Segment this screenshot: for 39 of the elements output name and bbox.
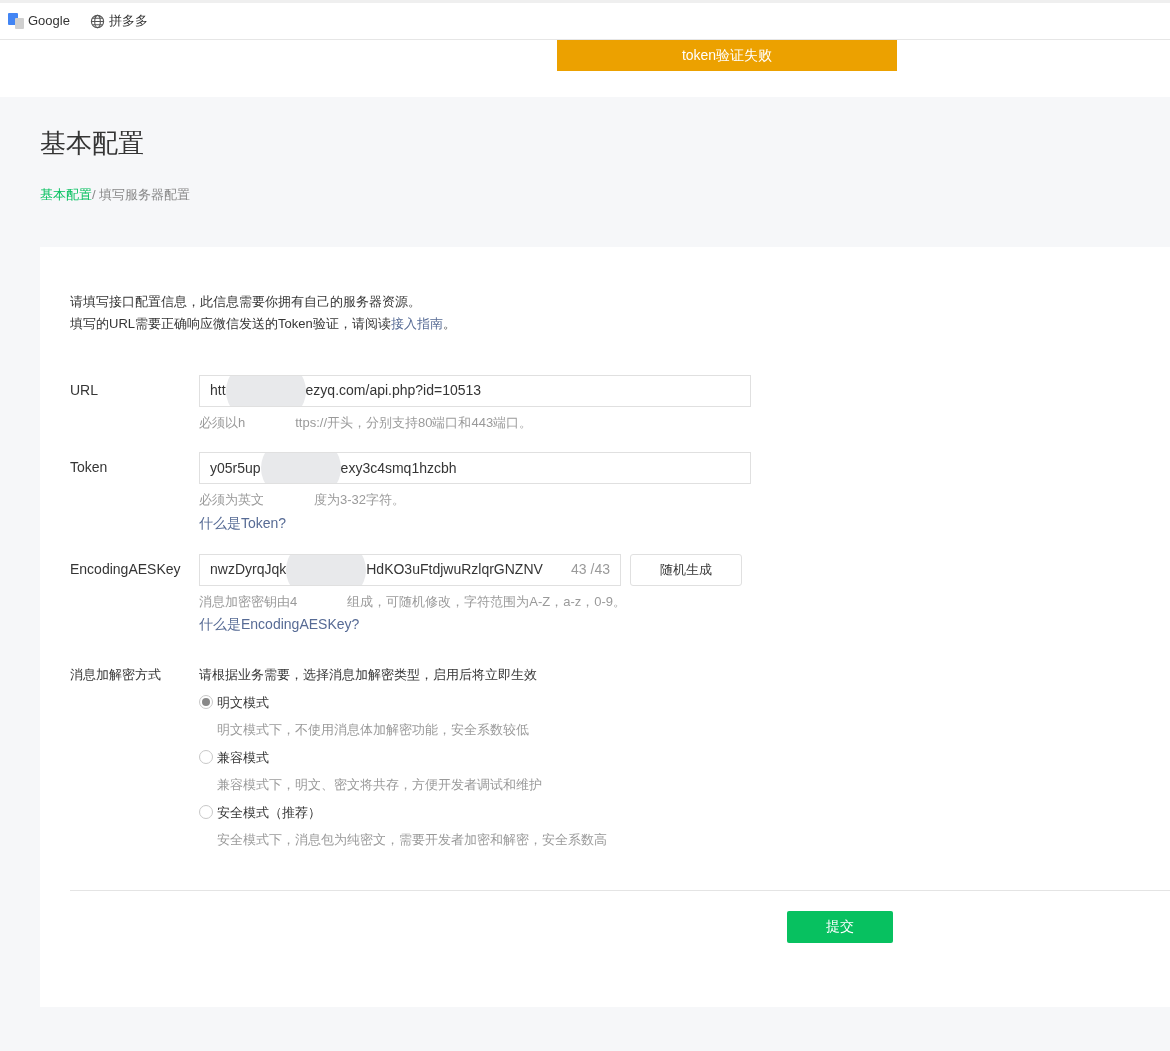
input-field[interactable]: htt ezyq.com/api.php?id=10513: [199, 374, 751, 407]
field-value: nwzDyrqJqk: [210, 560, 287, 579]
option-note: 兼容模式下，明文、密文将共存，方便开发者调试和维护: [217, 776, 543, 794]
radio-option[interactable]: 安全模式（推荐）: [199, 802, 607, 822]
error-toast: token验证失败: [557, 40, 897, 71]
field-value: exy3c4smq1hzcbh: [340, 458, 457, 478]
input-field[interactable]: y05r5up exy3c4smq1hzcbh: [199, 452, 751, 484]
field-hint: 消息加密密钥由4: [199, 592, 298, 611]
field-hint: ttps://开头，分别支持80端口和443端口。: [295, 413, 533, 432]
field-value: HdKO3uFtdjwuRzlqrGNZNV: [366, 560, 543, 579]
field-hint: 度为3-32字符。: [314, 491, 406, 509]
radio-option[interactable]: 明文模式: [199, 692, 607, 712]
field-label: Token: [70, 458, 109, 477]
generate-button[interactable]: 随机生成: [630, 553, 742, 586]
radio-option[interactable]: 兼容模式: [199, 747, 607, 767]
input-field[interactable]: nwzDyrqJqk HdKO3uFtdjwuRzlqrGNZNV 43 /43: [199, 553, 621, 586]
translate-icon[interactable]: [8, 13, 24, 29]
globe-icon[interactable]: [89, 13, 105, 29]
field-hint: 必须为英文: [199, 491, 264, 509]
field-label: URL: [70, 380, 99, 400]
field-hint: 必须以h: [199, 413, 246, 432]
field-hint: 组成，可随机修改，字符范围为A-Z，a-z，0-9。: [347, 592, 627, 611]
field-label: EncodingAESKey: [70, 559, 182, 579]
option-note: 安全模式下，消息包为纯密文，需要开发者加密和解密，安全系数高: [217, 831, 607, 849]
option-note: 明文模式下，不使用消息体加解密功能，安全系数较低: [217, 721, 530, 739]
help-link[interactable]: 什么是Token?: [199, 512, 751, 534]
field-value: ezyq.com/api.php?id=10513: [305, 381, 482, 400]
encryption-description: 请根据业务需要，选择消息加解密类型，启用后将立即生效: [199, 666, 538, 684]
bookmark-link[interactable]: Google: [28, 11, 70, 31]
field-value: htt: [210, 381, 226, 400]
field-label: 消息加解密方式: [70, 666, 162, 684]
bookmark-link[interactable]: 拼多多: [108, 11, 148, 31]
help-link[interactable]: 什么是EncodingAESKey?: [199, 614, 742, 635]
breadcrumb-current: / 填写服务器配置: [92, 186, 191, 204]
intro-text: 请填写接口配置信息，此信息需要你拥有自己的服务器资源。 填写的URL需要正确响应微信发送的Token验证，请阅读接入指南。: [70, 292, 457, 333]
guide-link[interactable]: 接入指南: [390, 315, 443, 331]
char-counter: 43 /43: [570, 560, 610, 579]
page-title: 基本配置: [40, 127, 145, 159]
field-value: y05r5up: [210, 458, 261, 478]
